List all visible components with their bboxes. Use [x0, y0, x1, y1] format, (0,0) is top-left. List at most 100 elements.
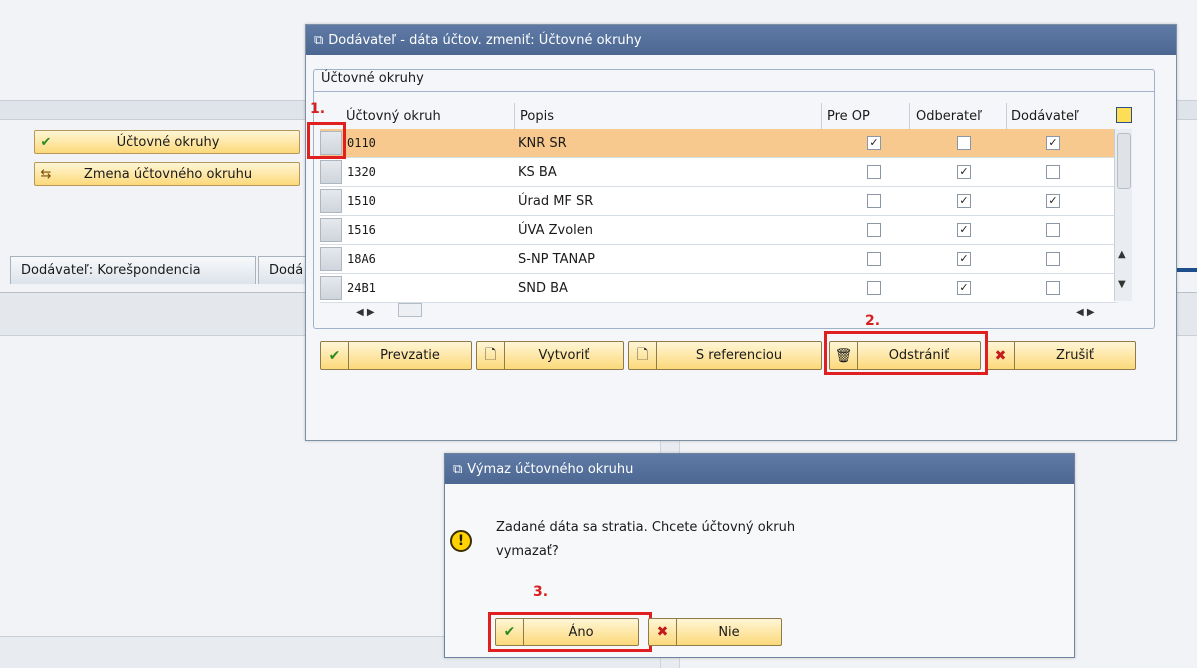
dialog-body: ! Zadané dáta sa stratia. Chcete účtovný…: [445, 484, 1074, 657]
company-codes-dialog: ⧉ Dodávateľ - dáta účtov. zmeniť: Účtovn…: [305, 24, 1177, 441]
annotation-step-2: 2.: [865, 313, 881, 329]
row-selector[interactable]: [320, 218, 342, 242]
pre-op-checkbox[interactable]: [867, 281, 881, 295]
dodavatel-checkbox[interactable]: [1046, 252, 1060, 266]
dodavatel-checkbox[interactable]: ✓: [1046, 136, 1060, 150]
dialog-title-bar[interactable]: ⧉ Výmaz účtovného okruhu: [445, 454, 1074, 484]
message-line: vymazať?: [496, 544, 559, 559]
dialog-title: Výmaz účtovného okruhu: [467, 461, 634, 477]
button-zmena-uctovneho-okruhu[interactable]: ⇆ Zmena účtovného okruhu: [34, 162, 300, 186]
row-selector[interactable]: [320, 160, 342, 184]
annotation-step-3: 3.: [533, 584, 549, 600]
company-code-cell: 1516: [347, 223, 376, 237]
column-divider: [514, 103, 515, 129]
description-cell: S-NP TANAP: [518, 252, 595, 267]
table-row[interactable]: 0110 KNR SR ✓ ✓: [320, 129, 1118, 158]
scroll-right-icon[interactable]: ◀ ▶: [1076, 307, 1095, 318]
window-icon: ⧉: [453, 461, 463, 477]
scroll-down-icon[interactable]: ▼: [1118, 279, 1126, 290]
odberatel-checkbox[interactable]: ✓: [957, 223, 971, 237]
table-row[interactable]: 1516 ÚVA Zvolen ✓: [320, 216, 1118, 245]
tab-label: Dodávateľ: Korešpondencia: [21, 263, 201, 278]
column-divider: [821, 103, 822, 129]
tab-doda[interactable]: Dodá: [258, 256, 306, 284]
description-cell: KNR SR: [518, 136, 567, 151]
odberatel-checkbox[interactable]: [957, 136, 971, 150]
s-referenciou-button[interactable]: 🗋 S referenciou: [628, 341, 822, 370]
dialog-title: Dodávateľ - dáta účtov. zmeniť: Účtovné …: [328, 32, 642, 48]
pre-op-checkbox[interactable]: [867, 165, 881, 179]
description-cell: KS BA: [518, 165, 557, 180]
dodavatel-checkbox[interactable]: ✓: [1046, 194, 1060, 208]
description-cell: ÚVA Zvolen: [518, 223, 594, 238]
pre-op-checkbox[interactable]: [867, 223, 881, 237]
prevzatie-button[interactable]: ✔ Prevzatie: [320, 341, 472, 370]
odberatel-checkbox[interactable]: ✓: [957, 165, 971, 179]
document-icon: 🗋: [629, 342, 657, 369]
pre-op-checkbox[interactable]: [867, 252, 881, 266]
zrusit-button[interactable]: ✖ Zrušiť: [986, 341, 1136, 370]
dialog-title-bar[interactable]: ⧉ Dodávateľ - dáta účtov. zmeniť: Účtovn…: [306, 25, 1176, 55]
description-cell: SND BA: [518, 281, 568, 296]
company-code-cell: 18A6: [347, 252, 376, 266]
table-row[interactable]: 18A6 S-NP TANAP ✓: [320, 245, 1118, 274]
vytvorit-button[interactable]: 🗋 Vytvoriť: [476, 341, 624, 370]
vertical-scrollbar[interactable]: ▲ ▼: [1114, 129, 1132, 301]
button-label: S referenciou: [695, 348, 783, 363]
group-title: Účtovné okruhy: [321, 71, 424, 86]
tab-korespondencia[interactable]: Dodávateľ: Korešpondencia: [10, 256, 256, 284]
button-label: Účtovné okruhy: [116, 134, 220, 150]
column-header-odberatel[interactable]: Odberateľ: [916, 103, 982, 129]
button-label: Vytvoriť: [538, 348, 590, 363]
company-code-cell: 1510: [347, 194, 376, 208]
delete-confirmation-dialog: ⧉ Výmaz účtovného okruhu ! Zadané dáta s…: [444, 453, 1075, 658]
table-settings-icon[interactable]: [1116, 107, 1132, 123]
switch-icon: ⇆: [40, 166, 52, 182]
column-header-pre-op[interactable]: Pre OP: [827, 103, 870, 129]
dodavatel-checkbox[interactable]: [1046, 165, 1060, 179]
column-divider: [909, 103, 910, 129]
button-label: Áno: [568, 624, 594, 640]
checkmark-icon: ✔: [40, 134, 52, 150]
odberatel-checkbox[interactable]: ✓: [957, 194, 971, 208]
column-header-company-code[interactable]: Účtovný okruh: [346, 103, 441, 129]
warning-icon: !: [450, 530, 472, 552]
document-icon: 🗋: [477, 342, 505, 369]
yes-button[interactable]: ✔ Áno: [495, 618, 639, 646]
button-label: Zrušiť: [1056, 348, 1094, 363]
dodavatel-checkbox[interactable]: [1046, 223, 1060, 237]
button-uctovne-okruhy[interactable]: ✔ Účtovné okruhy: [34, 130, 300, 154]
scroll-up-icon[interactable]: ▲: [1118, 249, 1126, 260]
no-button[interactable]: ✖ Nie: [648, 618, 782, 646]
table-row[interactable]: 24B1 SND BA ✓: [320, 274, 1118, 303]
row-selector[interactable]: [320, 276, 342, 300]
close-icon: ✖: [649, 619, 677, 645]
row-selector[interactable]: [320, 247, 342, 271]
column-header-description[interactable]: Popis: [520, 103, 554, 129]
description-cell: Úrad MF SR: [518, 194, 594, 209]
column-divider: [1006, 103, 1007, 129]
window-icon: ⧉: [314, 32, 324, 48]
horizontal-scrollbar-thumb[interactable]: [398, 303, 422, 317]
table-row[interactable]: 1510 Úrad MF SR ✓ ✓: [320, 187, 1118, 216]
close-icon: ✖: [987, 342, 1015, 369]
pre-op-checkbox[interactable]: [867, 194, 881, 208]
row-selector[interactable]: [320, 189, 342, 213]
message-line: Zadané dáta sa stratia. Chcete účtovný o…: [496, 520, 796, 535]
checkmark-icon: ✔: [496, 619, 524, 645]
button-label: Zmena účtovného okruhu: [83, 166, 253, 182]
dodavatel-checkbox[interactable]: [1046, 281, 1060, 295]
checkmark-icon: ✔: [321, 342, 349, 369]
pre-op-checkbox[interactable]: ✓: [867, 136, 881, 150]
group-divider: [314, 91, 1154, 92]
odberatel-checkbox[interactable]: ✓: [957, 281, 971, 295]
odberatel-checkbox[interactable]: ✓: [957, 252, 971, 266]
confirmation-message: Zadané dáta sa stratia. Chcete účtovný o…: [496, 516, 896, 564]
scrollbar-thumb[interactable]: [1117, 133, 1131, 189]
company-code-cell: 1320: [347, 165, 376, 179]
column-header-dodavatel[interactable]: Dodávateľ: [1011, 103, 1079, 129]
button-label: Nie: [718, 624, 740, 640]
table-row[interactable]: 1320 KS BA ✓: [320, 158, 1118, 187]
annotation-box-1: [307, 122, 346, 159]
scroll-left-icon[interactable]: ◀ ▶: [356, 307, 375, 318]
